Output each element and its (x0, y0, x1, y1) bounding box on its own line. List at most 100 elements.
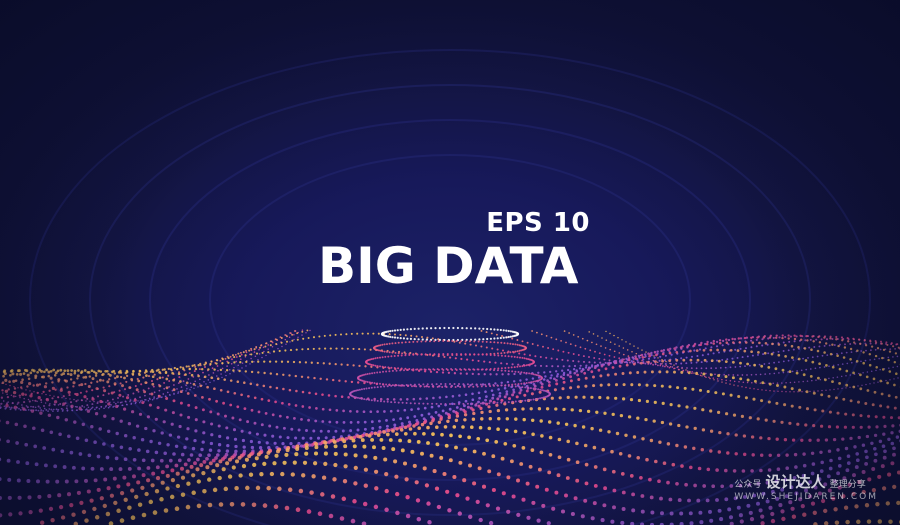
wave-particle (741, 356, 744, 359)
wave-particle (295, 507, 301, 512)
wave-particle (52, 368, 56, 372)
wave-particle (154, 489, 160, 494)
wave-particle (625, 341, 627, 343)
wave-particle (14, 422, 19, 427)
wave-particle (304, 446, 309, 450)
ring-particle (397, 354, 400, 357)
wave-particle (194, 367, 198, 371)
ring-particle (408, 354, 411, 356)
wave-particle (427, 520, 432, 525)
wave-particle (139, 396, 141, 399)
wave-particle (768, 382, 772, 386)
wave-particle (860, 360, 862, 363)
wave-particle (51, 386, 56, 390)
wave-particle (146, 415, 150, 419)
wave-particle (659, 496, 663, 501)
wave-particle (658, 440, 662, 444)
wave-particle (105, 401, 107, 403)
wave-particle (54, 371, 58, 375)
wave-particle (142, 376, 145, 379)
wave-particle (742, 434, 747, 438)
wave-particle (615, 431, 620, 436)
wave-particle (795, 335, 798, 338)
wave-particle (244, 370, 248, 373)
wave-particle (186, 388, 188, 390)
wave-particle (318, 335, 321, 338)
ring-particle (489, 328, 492, 331)
ring-particle (499, 336, 502, 340)
wave-particle (770, 352, 774, 356)
wave-particle (675, 350, 679, 354)
wave-particle (263, 360, 266, 363)
wave-particle (793, 334, 796, 337)
wave-particle (110, 443, 115, 448)
ring-particle (391, 384, 394, 387)
wave-particle (249, 363, 251, 365)
wave-particle (254, 456, 259, 461)
wave-particle (135, 388, 139, 392)
wave-particle (103, 414, 107, 418)
wave-particle (515, 395, 519, 399)
wave-particle (217, 475, 222, 481)
wave-particle (349, 421, 353, 424)
wave-particle (87, 453, 92, 458)
wave-particle (158, 389, 161, 392)
wave-particle (6, 439, 10, 444)
wave-particle (769, 390, 771, 392)
wave-particle (458, 434, 462, 439)
wave-particle (699, 343, 702, 347)
wave-particle (70, 369, 73, 372)
wave-particle (266, 485, 271, 491)
wave-particle (189, 453, 194, 457)
wave-particle (533, 384, 537, 388)
ring-particle (520, 382, 523, 385)
wave-particle (15, 373, 19, 376)
wave-particle (519, 388, 523, 392)
wave-particle (888, 519, 893, 524)
wave-particle (439, 417, 443, 421)
wave-particle (47, 413, 52, 418)
wave-particle (76, 409, 78, 411)
ring-particle (521, 386, 524, 389)
wave-particle (573, 496, 578, 501)
wave-particle (56, 410, 59, 412)
wave-particle (42, 410, 45, 412)
wave-particle (814, 367, 817, 370)
ring-particle (438, 327, 441, 330)
wave-particle (713, 379, 715, 381)
wave-particle (695, 371, 699, 375)
wave-particle (157, 441, 162, 446)
wave-particle (873, 358, 876, 361)
wave-particle (364, 365, 367, 368)
wave-particle (888, 370, 892, 373)
wave-particle (870, 349, 872, 352)
wave-particle (153, 398, 155, 400)
ring-particle (505, 329, 508, 332)
wave-particle (246, 420, 250, 424)
ring-particle (467, 385, 470, 388)
wave-particle (548, 435, 553, 440)
wave-particle (828, 344, 831, 347)
wave-particle (79, 391, 82, 394)
wave-particle (890, 431, 894, 435)
wave-particle (886, 343, 889, 346)
ring-particle (447, 326, 450, 330)
ring-particle (416, 340, 419, 343)
wave-particle (446, 419, 450, 424)
wave-particle (66, 409, 69, 412)
wave-particle (463, 413, 468, 417)
ring-particle (387, 366, 390, 369)
ring-particle (440, 403, 442, 405)
wave-particle (773, 390, 775, 392)
wave-particle (334, 429, 338, 433)
wave-particle (123, 407, 127, 411)
wave-particle (762, 336, 766, 339)
wave-particle (116, 484, 121, 489)
wave-particle (394, 432, 399, 436)
wave-particle (352, 444, 357, 449)
wave-particle (197, 386, 199, 388)
ring-particle (475, 402, 478, 405)
wave-particle (876, 347, 880, 350)
wave-particle (805, 368, 808, 371)
wave-particle (406, 398, 409, 401)
